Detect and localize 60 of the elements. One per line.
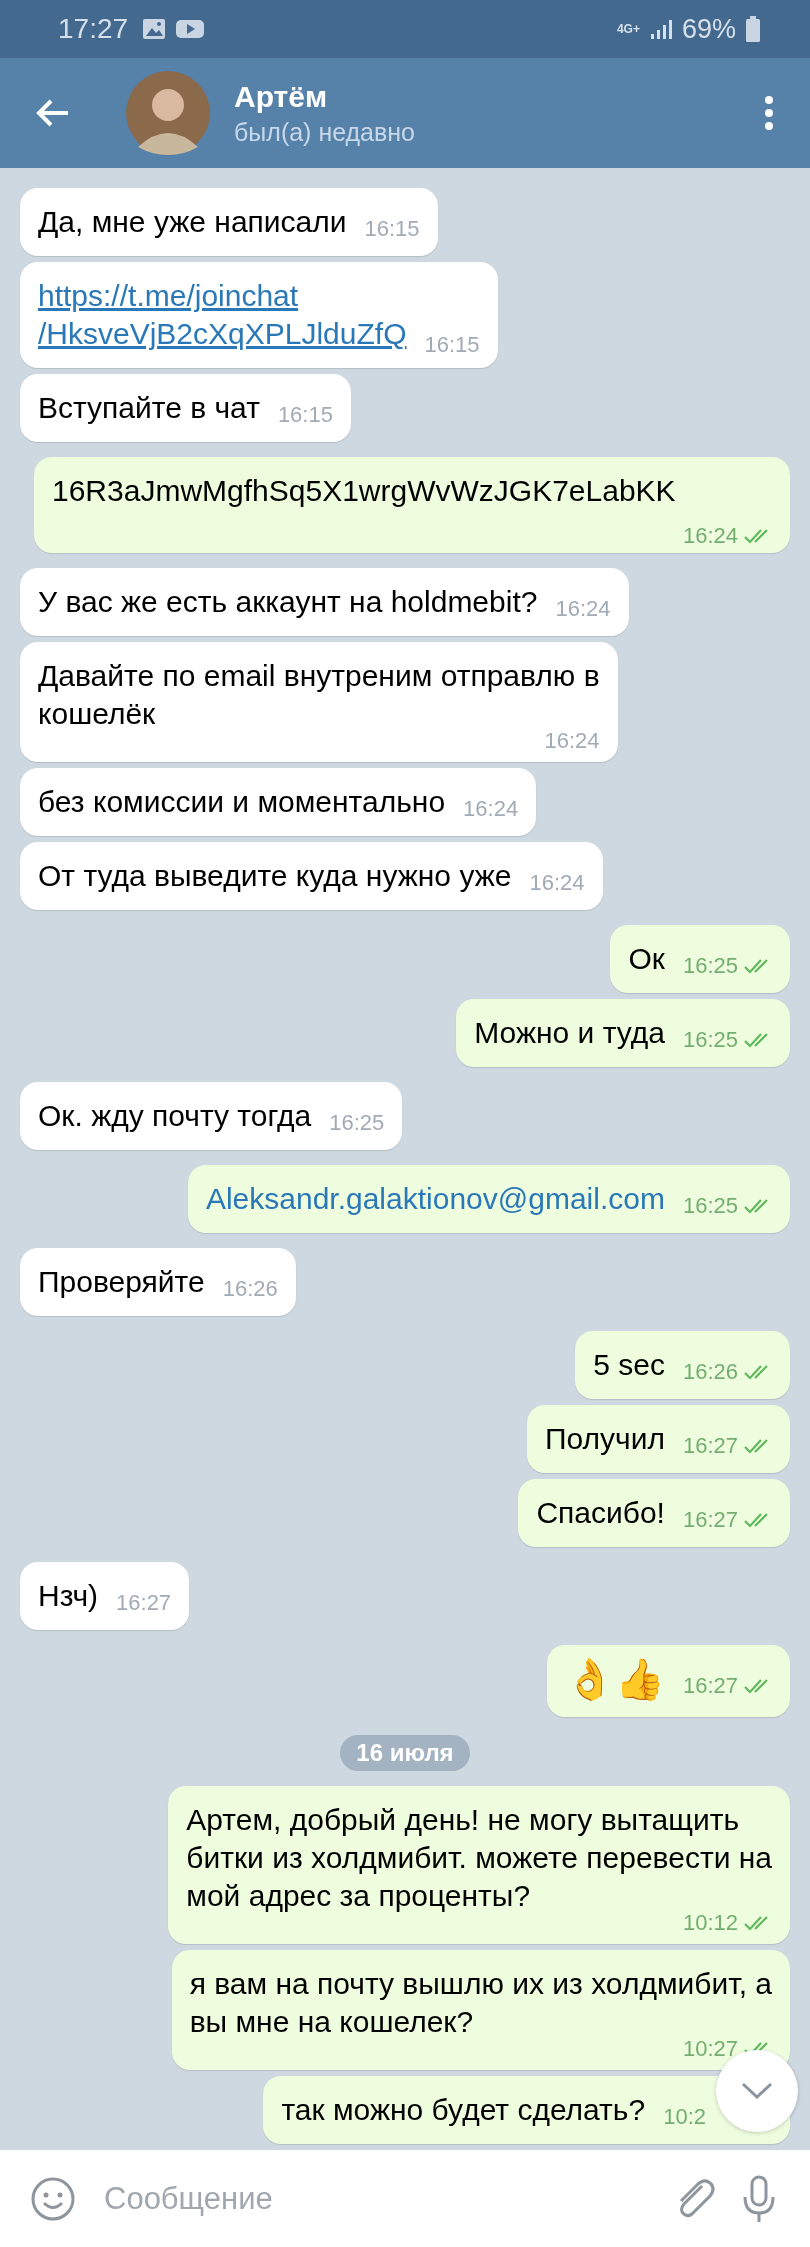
message-time: 16:15 [364,217,420,241]
message-time: 16:24 [555,597,611,621]
message-text: Получил [544,1422,665,1455]
message-text: Давайте по email внутреним отправлю в кошелёк [38,658,600,732]
message-text: Нзч) [38,1579,99,1612]
message-time: 16:26 [222,1277,278,1301]
message-input[interactable]: Сообщение [102,2179,646,2218]
message-time: 16:24 [463,797,519,821]
message-time: 16:27 [682,1674,738,1698]
message-text: 16R3aJmwMgfhSq5X1wrgWvWzJGK7eLabKK [52,474,676,507]
message-text: Спасибо! [536,1496,665,1529]
battery-icon [746,16,760,42]
message-time: 16:25 [682,1028,738,1052]
signal-icon [649,18,672,40]
message-text: От туда выведите куда нужно уже [38,859,512,892]
back-arrow-icon[interactable] [36,98,70,128]
message-time: 16:27 [116,1591,172,1615]
message-time: 10:12 [682,1911,738,1935]
emoji-icon[interactable] [30,2175,76,2222]
network-type: 4G+ [616,22,640,36]
message-time: 16:25 [329,1111,385,1135]
message-time: 16:15 [277,403,333,427]
message-text: Можно и туда [474,1016,665,1049]
message-time: 16:25 [682,1194,738,1218]
clock-time: 17:27 [58,13,129,45]
contact-name: Артём [234,79,329,114]
message-time: 16:25 [682,954,738,978]
last-seen-status: был(а) недавно [234,117,417,147]
more-options-icon[interactable] [764,95,774,131]
message-text: Артем, добрый день! не могу вытащить битки из холдмибит. можете перевести на мой адрес за проценты? [186,1802,772,1914]
microphone-icon[interactable] [742,2174,776,2223]
message-text: без комиссии и моментально [38,785,446,818]
battery-percent: 69% [681,13,736,45]
message-time: 16:24 [544,729,600,753]
message-time: 10:2 [663,2105,706,2129]
avatar[interactable] [126,71,210,155]
message-text: Ок [628,942,665,975]
message-text: я вам на почту вышлю их из холдмибит, а вы мне на кошелек? [189,1966,772,2040]
message-text: Вступайте в чат [38,391,260,424]
message-text: У вас же есть аккаунт на holdmebit? [38,585,538,618]
message-text: так можно будет сделать? [281,2093,646,2126]
message-text: 5 sec [593,1348,665,1381]
play-icon [176,19,205,39]
message-time: 10:27 [682,2037,738,2061]
invite-link[interactable]: https://t.me/joinchat /HksveVjB2cXqXPLJlduZfQ [38,277,407,353]
date-separator: 16 июля [340,1735,470,1771]
message-text: Ок. жду почту тогда [38,1099,312,1132]
image-icon [142,18,167,40]
message-time: 16:27 [682,1434,738,1458]
message-time: 16:15 [424,333,480,357]
email-link[interactable]: Aleksandr.galaktionov@gmail.com [205,1182,665,1215]
message-time: 16:27 [682,1508,738,1532]
message-time: 16:24 [682,524,738,548]
message-text: Да, мне уже написали [38,205,347,238]
chevron-down-icon [740,2081,774,2101]
message-time: 16:24 [529,871,585,895]
emoji-text: 👌👍 [564,1657,665,1701]
message-time: 16:26 [682,1360,738,1384]
message-text: Проверяйте [38,1265,205,1298]
message-composer[interactable]: Сообщение [0,2150,810,2247]
